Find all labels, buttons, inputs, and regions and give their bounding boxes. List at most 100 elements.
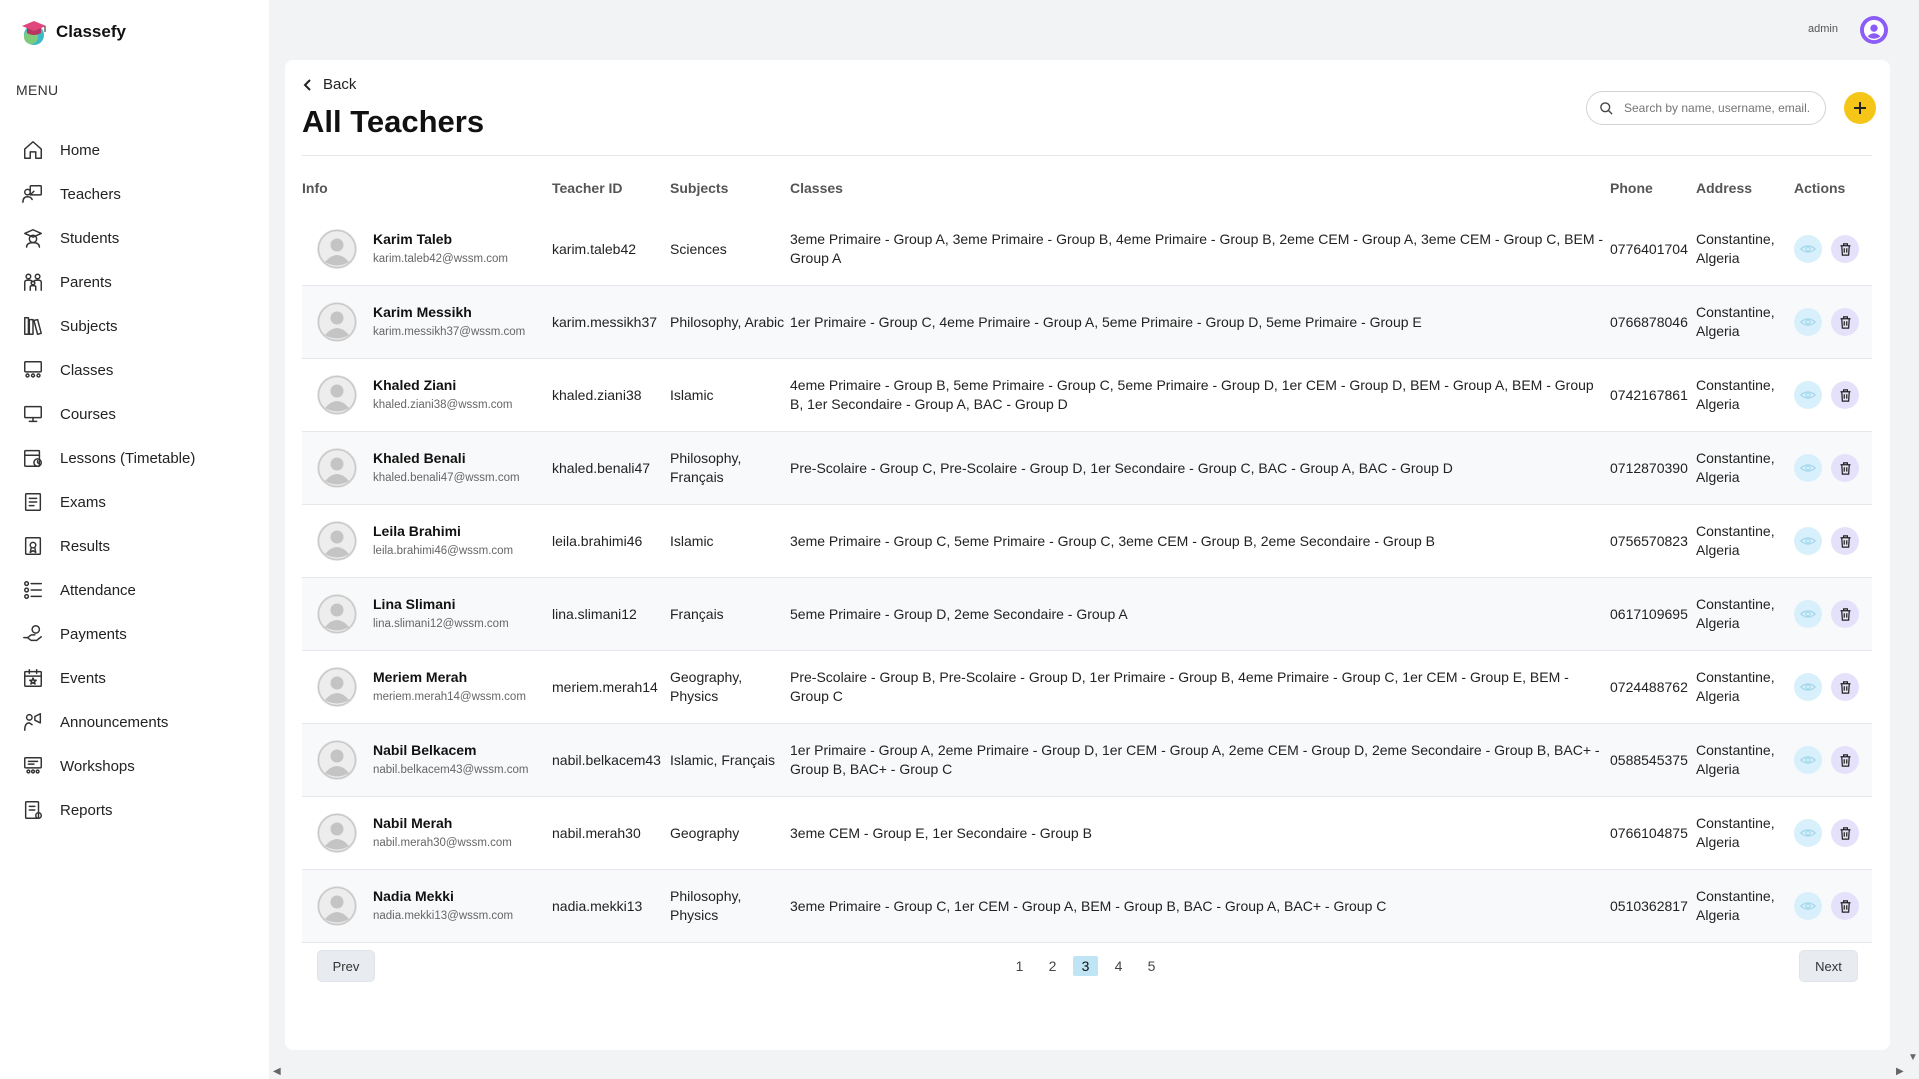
page-button-1[interactable]: 1: [1007, 956, 1032, 976]
user-icon: [1863, 19, 1885, 41]
delete-button[interactable]: [1831, 819, 1859, 847]
view-button[interactable]: [1794, 819, 1822, 847]
avatar-cell: [317, 797, 357, 869]
delete-button[interactable]: [1831, 308, 1859, 336]
page-button-4[interactable]: 4: [1106, 956, 1131, 976]
delete-button[interactable]: [1831, 892, 1859, 920]
sidebar-item-payments[interactable]: Payments: [22, 612, 195, 656]
sidebar-item-events[interactable]: Events: [22, 656, 195, 700]
parents-icon: [24, 273, 42, 291]
sidebar-item-results[interactable]: Results: [22, 524, 195, 568]
teacher-address: Constantine, Algeria: [1696, 377, 1775, 412]
actions-cell: [1794, 797, 1874, 869]
teacher-subjects: Islamic: [670, 532, 714, 549]
teacher-email: leila.brahimi46@wssm.com: [373, 544, 514, 557]
teacher-phone: 0588545375: [1610, 751, 1688, 768]
sidebar-item-home[interactable]: Home: [22, 128, 195, 172]
sidebar-item-courses[interactable]: Courses: [22, 392, 195, 436]
sidebar-item-label: Reports: [60, 801, 113, 819]
user-placeholder-icon: [317, 375, 357, 415]
view-button[interactable]: [1794, 308, 1822, 336]
teacher-address: Constantine, Algeria: [1696, 231, 1775, 266]
next-button[interactable]: Next: [1799, 950, 1858, 982]
brand[interactable]: Classefy: [18, 17, 126, 47]
delete-button[interactable]: [1831, 746, 1859, 774]
user-avatar[interactable]: [1860, 16, 1888, 44]
actions-cell: [1794, 578, 1874, 650]
teacher-phone: 0724488762: [1610, 678, 1688, 695]
eye-icon: [1800, 683, 1816, 691]
teachers-table-body: Karim Taleb karim.taleb42@wssm.com karim.t…: [302, 213, 1872, 943]
logo-icon: [22, 21, 46, 45]
trash-icon: [1840, 899, 1850, 913]
table-row: Lina Slimani lina.slimani12@wssm.com lina.…: [302, 578, 1872, 651]
sidebar-item-subjects[interactable]: Subjects: [22, 304, 195, 348]
prev-button[interactable]: Prev: [317, 950, 375, 982]
user-placeholder-icon: [317, 229, 357, 269]
delete-button[interactable]: [1831, 527, 1859, 555]
teacher-email: nadia.mekki13@wssm.com: [373, 909, 514, 922]
avatar: [317, 594, 357, 634]
scroll-down-arrow[interactable]: ▼: [1908, 1052, 1918, 1063]
teacher-phone: 0712870390: [1610, 459, 1688, 476]
delete-button[interactable]: [1831, 454, 1859, 482]
teacher-classes: 3eme CEM - Group E, 1er Secondaire - Gro…: [790, 824, 1092, 841]
avatar: [317, 302, 357, 342]
user-placeholder-icon: [317, 594, 357, 634]
delete-button[interactable]: [1831, 235, 1859, 263]
sidebar-item-reports[interactable]: Reports: [22, 788, 195, 832]
teachers-card: Back All Teachers Info Teacher ID Subjec…: [285, 60, 1890, 1050]
classes-icon: [24, 361, 42, 378]
trash-icon: [1840, 461, 1850, 475]
view-button[interactable]: [1794, 381, 1822, 409]
sidebar-item-parents[interactable]: Parents: [22, 260, 195, 304]
sidebar-item-lessons[interactable]: Lessons (Timetable): [22, 436, 195, 480]
sidebar-item-students[interactable]: Students: [22, 216, 195, 260]
avatar-cell: [317, 578, 357, 650]
sidebar-item-workshops[interactable]: Workshops: [22, 744, 195, 788]
table-row: Nabil Merah nabil.merah30@wssm.com nabil.m…: [302, 797, 1872, 870]
avatar-cell: [317, 213, 357, 285]
delete-button[interactable]: [1831, 600, 1859, 628]
sidebar-item-label: Announcements: [60, 713, 169, 731]
search-box[interactable]: [1586, 91, 1826, 125]
sidebar-item-attendance[interactable]: Attendance: [22, 568, 195, 612]
user-placeholder-icon: [317, 302, 357, 342]
trash-icon: [1840, 315, 1850, 329]
sidebar-item-label: Attendance: [60, 581, 136, 599]
sidebar-item-exams[interactable]: Exams: [22, 480, 195, 524]
page-button-5[interactable]: 5: [1139, 956, 1164, 976]
page-button-2[interactable]: 2: [1040, 956, 1065, 976]
sidebar-item-teachers[interactable]: Teachers: [22, 172, 195, 216]
back-link[interactable]: Back: [303, 76, 356, 93]
scroll-left-arrow[interactable]: ◀: [273, 1066, 281, 1077]
view-button[interactable]: [1794, 746, 1822, 774]
view-button[interactable]: [1794, 527, 1822, 555]
sidebar-item-label: Home: [60, 141, 101, 159]
delete-button[interactable]: [1831, 673, 1859, 701]
header-phone: Phone: [1610, 180, 1653, 196]
search-input[interactable]: [1624, 101, 1809, 115]
sidebar-item-classes[interactable]: Classes: [22, 348, 195, 392]
page-button-3[interactable]: 3: [1073, 956, 1098, 976]
view-button[interactable]: [1794, 454, 1822, 482]
sidebar-item-announcements[interactable]: Announcements: [22, 700, 195, 744]
user-placeholder-icon: [317, 667, 357, 707]
divider: [302, 155, 1872, 156]
scroll-right-arrow[interactable]: ▶: [1896, 1066, 1904, 1077]
view-button[interactable]: [1794, 600, 1822, 628]
teacher-classes: 3eme Primaire - Group C, 5eme Primaire -…: [790, 532, 1436, 549]
view-button[interactable]: [1794, 892, 1822, 920]
avatar: [317, 667, 357, 707]
add-teacher-button[interactable]: [1844, 92, 1876, 124]
trash-icon: [1840, 388, 1850, 402]
sidebar-item-label: Workshops: [60, 757, 135, 775]
info-cell: Nabil Merah nabil.merah30@wssm.com: [373, 797, 553, 869]
delete-button[interactable]: [1831, 381, 1859, 409]
view-button[interactable]: [1794, 673, 1822, 701]
chevron-left-icon: [303, 78, 311, 91]
teacher-name: Nadia Mekki: [373, 887, 454, 904]
info-cell: Khaled Ziani khaled.ziani38@wssm.com: [373, 359, 553, 431]
teacher-subjects: Philosophy, Arabic: [670, 313, 785, 330]
view-button[interactable]: [1794, 235, 1822, 263]
